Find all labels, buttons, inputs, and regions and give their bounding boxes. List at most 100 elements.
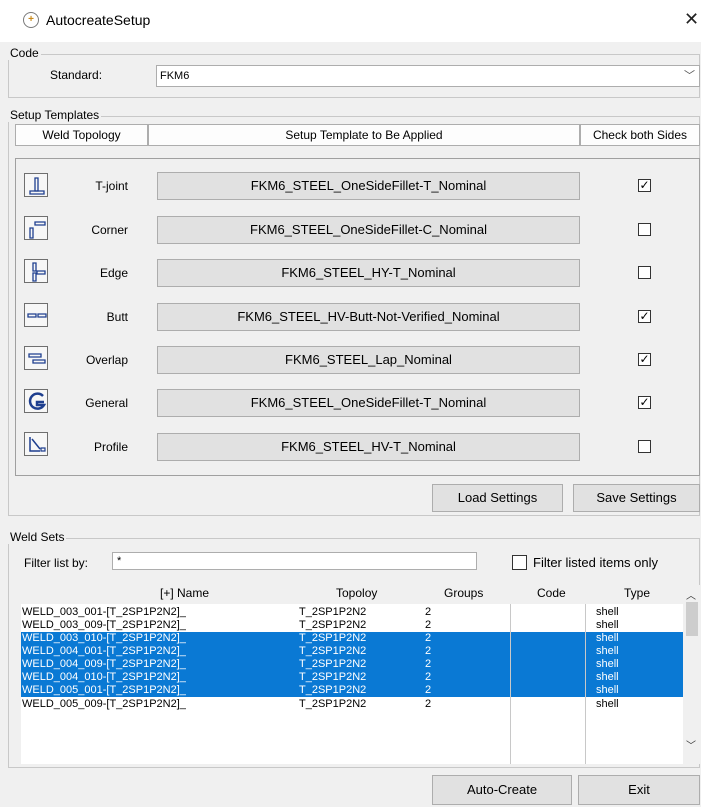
cell-type: shell [596, 658, 619, 670]
chevron-down-icon: ﹀ [684, 70, 695, 82]
checkbox-edge[interactable] [638, 266, 651, 279]
cell-name: WELD_003_010-[T_2SP1P2N2]_ [22, 632, 186, 644]
cell-topology: T_2SP1P2N2 [299, 658, 367, 670]
setup-template-header[interactable]: Setup Template to Be Applied [148, 124, 580, 146]
checkbox-butt[interactable]: ✓ [638, 310, 651, 323]
cell-topology: T_2SP1P2N2 [299, 671, 367, 683]
cell-topology: T_2SP1P2N2 [299, 645, 367, 657]
table-row[interactable]: WELD_004_010-[T_2SP1P2N2]_ T_2SP1P2N2 2 … [21, 671, 683, 684]
cell-type: shell [596, 606, 619, 618]
setup-templates-label: Setup Templates [8, 108, 102, 122]
weld-sets-list[interactable]: WELD_003_001-[T_2SP1P2N2]_ T_2SP1P2N2 2 … [21, 604, 683, 764]
table-row[interactable]: WELD_003_001-[T_2SP1P2N2]_ T_2SP1P2N2 2 … [21, 606, 683, 619]
filter-only-checkbox[interactable] [512, 555, 527, 570]
check-icon: ✓ [639, 352, 650, 366]
cell-name: WELD_003_009-[T_2SP1P2N2]_ [22, 619, 186, 631]
profile-joint-icon[interactable] [24, 432, 48, 456]
column-header-topology[interactable]: Topoloy [336, 586, 377, 600]
weld-topology-header[interactable]: Weld Topology [15, 124, 148, 146]
cell-groups: 2 [425, 645, 432, 657]
column-header-type[interactable]: Type [624, 586, 650, 600]
checkbox-profile[interactable] [638, 440, 651, 453]
table-row[interactable]: WELD_003_009-[T_2SP1P2N2]_ T_2SP1P2N2 2 … [21, 619, 683, 632]
load-settings-button[interactable]: Load Settings [432, 484, 563, 512]
column-header-groups[interactable]: Groups [444, 586, 483, 600]
cell-type: shell [596, 684, 619, 696]
checkbox-corner[interactable] [638, 223, 651, 236]
cell-type: shell [596, 671, 619, 683]
template-button-t-joint[interactable]: FKM6_STEEL_OneSideFillet-T_Nominal [157, 172, 580, 200]
overlap-joint-icon[interactable] [24, 346, 48, 370]
cell-name: WELD_005_001-[T_2SP1P2N2]_ [22, 684, 186, 696]
cell-name: WELD_004_009-[T_2SP1P2N2]_ [22, 658, 186, 670]
list-scrollbar[interactable]: ︿ ﹀ [683, 585, 700, 764]
check-both-sides-header[interactable]: Check both Sides [580, 124, 700, 146]
code-group-label: Code [8, 46, 41, 60]
cell-name: WELD_003_001-[T_2SP1P2N2]_ [22, 606, 186, 618]
filter-only-label: Filter listed items only [533, 555, 658, 570]
checkbox-general[interactable]: ✓ [638, 396, 651, 409]
corner-joint-icon[interactable] [24, 216, 48, 240]
cell-type: shell [596, 619, 619, 631]
cell-groups: 2 [425, 606, 432, 618]
checkbox-overlap[interactable]: ✓ [638, 353, 651, 366]
edge-joint-icon[interactable] [24, 259, 48, 283]
template-button-overlap[interactable]: FKM6_STEEL_Lap_Nominal [157, 346, 580, 374]
cell-groups: 2 [425, 619, 432, 631]
filter-input[interactable]: * [112, 552, 477, 570]
cell-name: WELD_005_009-[T_2SP1P2N2]_ [22, 698, 186, 710]
cell-type: shell [596, 698, 619, 710]
t-joint-icon[interactable] [24, 173, 48, 197]
row-label-butt: Butt [106, 310, 128, 324]
check-icon: ✓ [639, 309, 650, 323]
table-row[interactable]: WELD_003_010-[T_2SP1P2N2]_ T_2SP1P2N2 2 … [21, 632, 683, 645]
app-icon: + [23, 12, 39, 28]
cell-topology: T_2SP1P2N2 [299, 619, 367, 631]
row-label-overlap: Overlap [85, 353, 128, 367]
cell-topology: T_2SP1P2N2 [299, 684, 367, 696]
template-button-butt[interactable]: FKM6_STEEL_HV-Butt-Not-Verified_Nominal [157, 303, 580, 331]
general-joint-icon[interactable] [24, 389, 48, 413]
cell-type: shell [596, 645, 619, 657]
close-icon[interactable]: ✕ [684, 9, 699, 30]
row-label-corner: Corner [91, 223, 128, 237]
table-row[interactable]: WELD_005_001-[T_2SP1P2N2]_ T_2SP1P2N2 2 … [21, 684, 683, 697]
table-row[interactable]: WELD_004_009-[T_2SP1P2N2]_ T_2SP1P2N2 2 … [21, 658, 683, 671]
cell-name: WELD_004_001-[T_2SP1P2N2]_ [22, 645, 186, 657]
filter-label: Filter list by: [24, 556, 89, 570]
standard-value: FKM6 [160, 70, 190, 82]
cell-name: WELD_004_010-[T_2SP1P2N2]_ [22, 671, 186, 683]
checkbox-t-joint[interactable]: ✓ [638, 179, 651, 192]
template-button-edge[interactable]: FKM6_STEEL_HY-T_Nominal [157, 259, 580, 287]
check-icon: ✓ [639, 178, 650, 192]
cell-groups: 2 [425, 698, 432, 710]
row-label-profile: Profile [93, 440, 128, 454]
window-title: AutocreateSetup [46, 12, 151, 28]
cell-topology: T_2SP1P2N2 [299, 698, 367, 710]
template-button-general[interactable]: FKM6_STEEL_OneSideFillet-T_Nominal [157, 389, 580, 417]
cell-groups: 2 [425, 671, 432, 683]
table-row[interactable]: WELD_004_001-[T_2SP1P2N2]_ T_2SP1P2N2 2 … [21, 645, 683, 658]
scroll-up-icon[interactable]: ︿ [686, 587, 696, 602]
row-label-t-joint: T-joint [95, 179, 128, 193]
cell-groups: 2 [425, 632, 432, 644]
column-header-code[interactable]: Code [537, 586, 566, 600]
save-settings-button[interactable]: Save Settings [573, 484, 700, 512]
template-button-profile[interactable]: FKM6_STEEL_HV-T_Nominal [157, 433, 580, 461]
weld-sets-label: Weld Sets [8, 530, 67, 544]
auto-create-button[interactable]: Auto-Create [432, 775, 572, 805]
cell-type: shell [596, 632, 619, 644]
check-icon: ✓ [639, 395, 650, 409]
cell-groups: 2 [425, 658, 432, 670]
column-header-name[interactable]: [+] Name [160, 586, 209, 600]
butt-joint-icon[interactable] [24, 303, 48, 327]
exit-button[interactable]: Exit [578, 775, 700, 805]
cell-groups: 2 [425, 684, 432, 696]
scroll-thumb[interactable] [686, 602, 698, 636]
template-button-corner[interactable]: FKM6_STEEL_OneSideFillet-C_Nominal [157, 216, 580, 244]
standard-combo[interactable]: FKM6 ﹀ [156, 65, 700, 87]
title-bar: + AutocreateSetup ✕ [0, 0, 701, 42]
cell-topology: T_2SP1P2N2 [299, 632, 367, 644]
scroll-down-icon[interactable]: ﹀ [686, 737, 696, 752]
table-row[interactable]: WELD_005_009-[T_2SP1P2N2]_ T_2SP1P2N2 2 … [21, 698, 683, 711]
